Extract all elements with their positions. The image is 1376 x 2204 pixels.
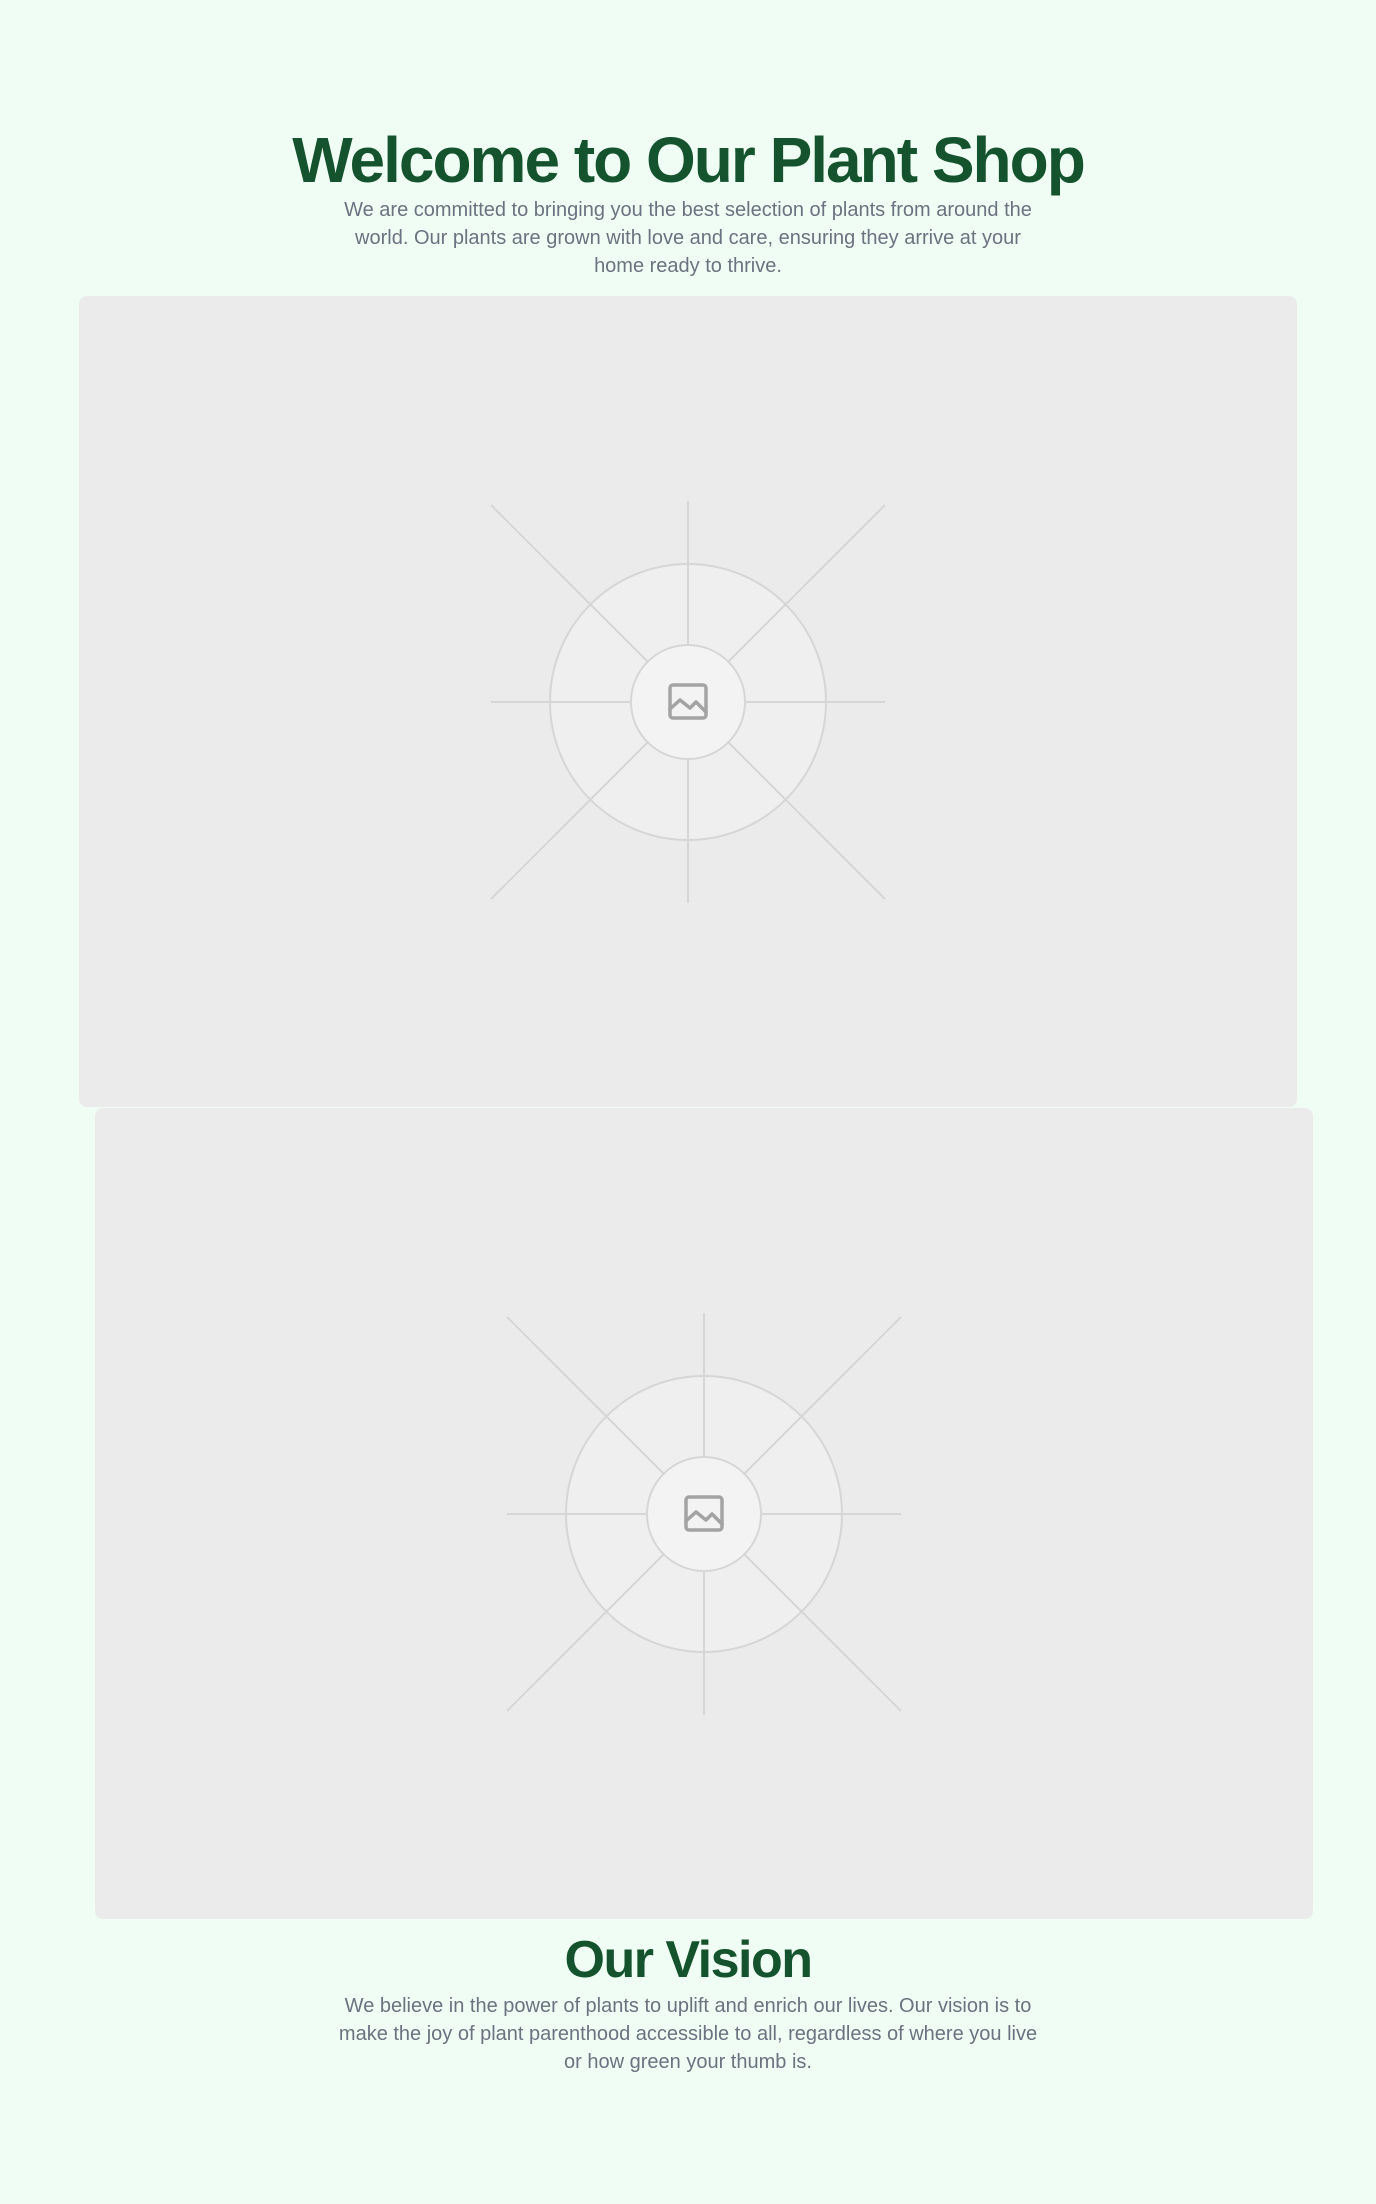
page-title: Welcome to Our Plant Shop <box>292 124 1086 196</box>
vision-heading: Our Vision <box>564 1931 813 1989</box>
plant-image-placeholder <box>79 296 1297 1107</box>
vision-paragraph: We believe in the power of plants to upl… <box>338 1995 1038 2073</box>
image-placeholder-graphic <box>490 501 886 903</box>
plant-image-placeholder <box>95 1108 1313 1919</box>
intro-paragraph: We are committed to bringing you the bes… <box>344 199 1032 277</box>
image-placeholder-graphic <box>506 1313 902 1715</box>
